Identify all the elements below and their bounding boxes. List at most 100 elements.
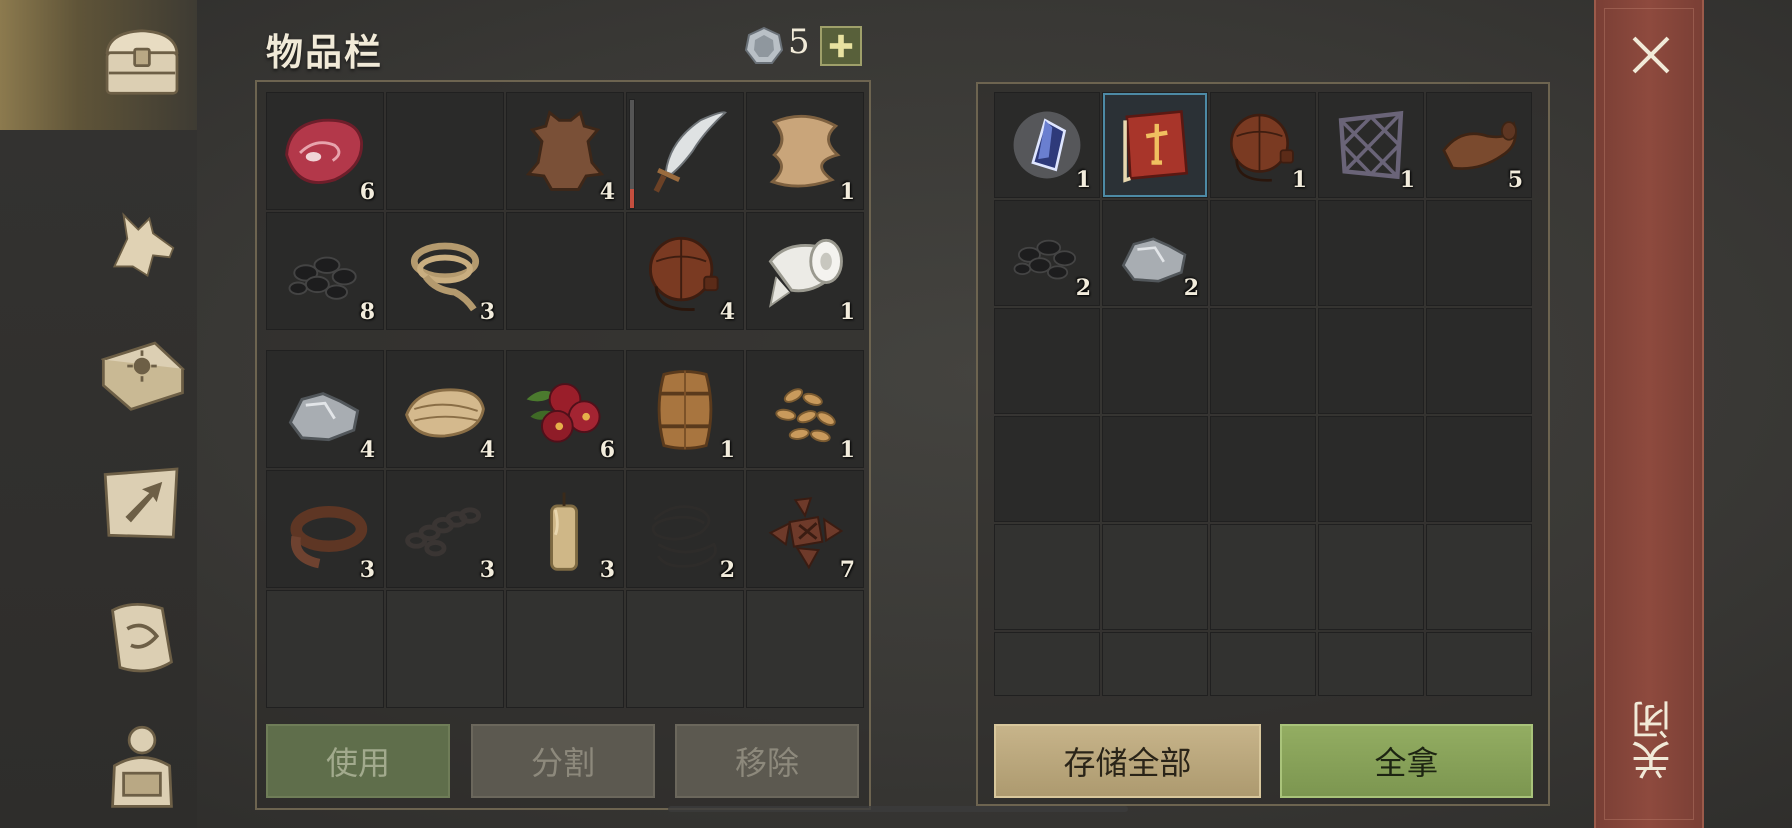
cloth-scrap-icon <box>769 114 841 188</box>
storage-slot[interactable]: 1 <box>994 92 1100 198</box>
item-count: 4 <box>479 437 495 463</box>
inventory-slot-empty[interactable] <box>746 590 864 708</box>
inventory-slot[interactable]: 3 <box>506 470 624 588</box>
storage-slot-empty[interactable] <box>1210 416 1316 522</box>
backpack-character-icon <box>111 725 173 808</box>
storage-slot-empty[interactable] <box>1210 200 1316 306</box>
animal-hide-icon <box>525 110 605 191</box>
inventory-slot-empty[interactable] <box>266 590 384 708</box>
item-count: 1 <box>839 299 855 325</box>
inventory-slot[interactable]: 1 <box>746 350 864 468</box>
inventory-slot[interactable]: 8 <box>266 212 384 330</box>
bandage-icon <box>768 238 843 308</box>
inventory-slot[interactable]: 1 <box>626 350 744 468</box>
scrap-metal-icon <box>768 497 844 570</box>
chest-icon <box>105 29 179 95</box>
storage-slot-locked <box>1426 632 1532 696</box>
storage-slot-locked <box>1102 632 1208 696</box>
inventory-slot[interactable] <box>626 92 744 210</box>
item-count: 6 <box>599 437 615 463</box>
storage-grid: 1 1 1 5 2 2 <box>994 92 1532 738</box>
storage-slot-empty[interactable] <box>1102 308 1208 414</box>
item-count: 3 <box>599 557 615 583</box>
item-count: 3 <box>479 299 495 325</box>
nav-character-tab[interactable] <box>92 714 192 814</box>
inventory-slot[interactable]: 3 <box>266 470 384 588</box>
storage-slot[interactable]: 2 <box>1102 200 1208 306</box>
inventory-slot[interactable]: 6 <box>506 350 624 468</box>
use-button[interactable]: 使用 <box>266 724 450 798</box>
inventory-slot[interactable]: 7 <box>746 470 864 588</box>
hotbar-grid: 6 4 1 8 3 4 1 <box>266 92 864 330</box>
item-count: 1 <box>719 437 735 463</box>
rope-icon <box>410 242 480 312</box>
inventory-slot[interactable]: 4 <box>266 350 384 468</box>
storage-slot-empty[interactable] <box>1318 200 1424 306</box>
storage-slot-locked <box>994 632 1100 696</box>
storage-slot[interactable]: 1 <box>1210 92 1316 198</box>
inventory-slot-empty[interactable] <box>386 92 504 210</box>
storage-slot-empty[interactable] <box>994 308 1100 414</box>
nav-inventory-tab[interactable] <box>92 12 192 112</box>
storage-slot-locked <box>1426 524 1532 630</box>
storage-slot-empty[interactable] <box>1102 416 1208 522</box>
storage-slot-empty[interactable] <box>1318 308 1424 414</box>
side-nav <box>0 0 197 828</box>
inventory-slot[interactable]: 6 <box>266 92 384 210</box>
storage-slot-empty[interactable] <box>1426 200 1532 306</box>
storage-slot[interactable]: 5 <box>1426 92 1532 198</box>
inventory-slot[interactable]: 4 <box>506 92 624 210</box>
add-currency-button[interactable] <box>820 26 862 66</box>
inventory-slot[interactable]: 3 <box>386 212 504 330</box>
leather-strip-icon <box>290 505 368 569</box>
item-count: 4 <box>359 437 375 463</box>
close-label[interactable]: 关闭 <box>1626 700 1678 780</box>
inventory-slot[interactable]: 4 <box>626 212 744 330</box>
storage-slot-empty[interactable] <box>1210 308 1316 414</box>
recipe-book-icon <box>1123 110 1189 183</box>
inventory-slot[interactable]: 3 <box>386 470 504 588</box>
storage-slot-locked <box>1102 524 1208 630</box>
storage-slot-empty[interactable] <box>1318 416 1424 522</box>
nav-crafting-tab[interactable] <box>92 454 192 554</box>
plus-icon <box>829 34 853 58</box>
nav-companion-tab[interactable] <box>92 198 192 298</box>
inventory-slot[interactable]: 2 <box>626 470 744 588</box>
inventory-slot-empty[interactable] <box>626 590 744 708</box>
inventory-slot[interactable]: 1 <box>746 92 864 210</box>
storage-slot-empty[interactable] <box>994 416 1100 522</box>
sun-book-icon <box>100 341 186 411</box>
item-count: 1 <box>839 437 855 463</box>
close-panel[interactable]: 关闭 <box>1594 0 1704 828</box>
inventory-slot-empty[interactable] <box>506 590 624 708</box>
storage-slot-selected[interactable] <box>1102 92 1208 198</box>
storage-slot-locked <box>1210 524 1316 630</box>
remove-button[interactable]: 移除 <box>675 724 859 798</box>
split-button[interactable]: 分割 <box>471 724 655 798</box>
nav-journal-tab[interactable] <box>92 328 192 428</box>
close-icon[interactable] <box>1626 30 1676 80</box>
item-count: 3 <box>479 557 495 583</box>
store-all-button[interactable]: 存储全部 <box>994 724 1261 798</box>
inventory-slot-empty[interactable] <box>386 590 504 708</box>
quest-scroll-icon <box>111 603 173 673</box>
take-all-button[interactable]: 全拿 <box>1280 724 1533 798</box>
raw-meat-icon <box>285 118 363 184</box>
storage-slot-empty[interactable] <box>1426 308 1532 414</box>
durability-bar <box>629 99 635 209</box>
storage-slot-locked <box>1318 632 1424 696</box>
silver-coin-icon <box>744 26 784 64</box>
nav-quests-tab[interactable] <box>92 588 192 688</box>
inventory-slot[interactable]: 4 <box>386 350 504 468</box>
item-count: 4 <box>599 179 615 205</box>
storage-slot[interactable]: 2 <box>994 200 1100 306</box>
inventory-slot-empty[interactable] <box>506 212 624 330</box>
item-count: 2 <box>1075 275 1091 301</box>
storage-slot-empty[interactable] <box>1426 416 1532 522</box>
item-count: 2 <box>1183 275 1199 301</box>
storage-slot[interactable]: 1 <box>1318 92 1424 198</box>
item-count: 1 <box>1075 167 1091 193</box>
item-count: 1 <box>839 179 855 205</box>
item-count: 6 <box>359 179 375 205</box>
inventory-slot[interactable]: 1 <box>746 212 864 330</box>
